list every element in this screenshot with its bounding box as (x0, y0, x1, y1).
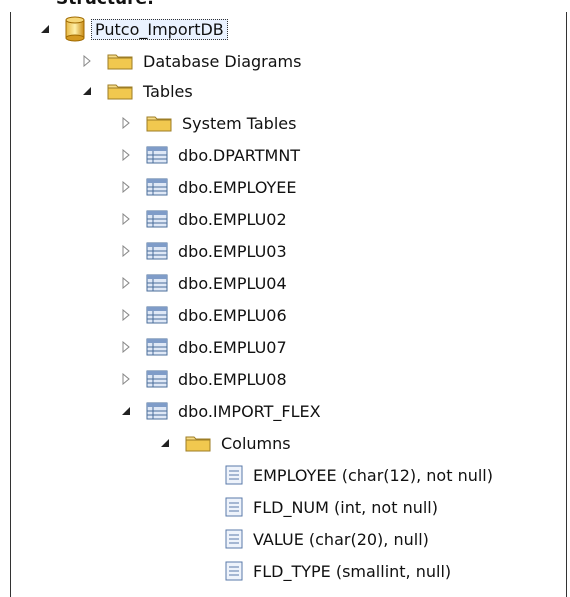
collapse-arrow-icon[interactable] (120, 405, 132, 417)
tree-node-table[interactable]: dbo.EMPLU07 (120, 332, 287, 362)
column-label[interactable]: VALUE (char(20), null) (253, 530, 429, 549)
collapse-arrow-icon[interactable] (159, 437, 171, 449)
tree-node-column[interactable]: FLD_NUM (int, not null) (225, 492, 438, 522)
table-icon (146, 338, 168, 356)
folder-icon (107, 52, 133, 70)
tree-node-column[interactable]: EMPLOYEE (char(12), not null) (225, 460, 493, 490)
table-label[interactable]: dbo.EMPLU06 (178, 306, 287, 325)
table-label[interactable]: dbo.IMPORT_FLEX (178, 402, 321, 421)
columns-label[interactable]: Columns (221, 434, 291, 453)
collapse-arrow-icon[interactable] (81, 85, 93, 97)
tree-node-column[interactable]: FLD_TYPE (smallint, null) (225, 556, 451, 586)
expand-arrow-icon[interactable] (120, 117, 132, 129)
table-icon (146, 402, 168, 420)
folder-icon (107, 82, 133, 100)
expand-arrow-icon[interactable] (120, 309, 132, 321)
expand-arrow-icon[interactable] (120, 277, 132, 289)
tree-node-table[interactable]: dbo.EMPLU08 (120, 364, 287, 394)
table-label[interactable]: dbo.EMPLU03 (178, 242, 287, 261)
table-icon (146, 370, 168, 388)
column-icon (225, 529, 243, 549)
folder-icon (185, 434, 211, 452)
tree-node-table[interactable]: dbo.EMPLU06 (120, 300, 287, 330)
expand-arrow-icon[interactable] (120, 181, 132, 193)
section-caption: Structure: (56, 0, 154, 9)
collapse-arrow-icon[interactable] (39, 23, 51, 35)
tree-node-column[interactable]: VALUE (char(20), null) (225, 524, 429, 554)
expand-arrow-icon[interactable] (81, 55, 93, 67)
expand-arrow-icon[interactable] (120, 341, 132, 353)
tree-node-table[interactable]: dbo.EMPLOYEE (120, 172, 297, 202)
tree-node-table-expanded[interactable]: dbo.IMPORT_FLEX (120, 396, 321, 426)
table-icon (146, 146, 168, 164)
table-icon (146, 306, 168, 324)
tree-node-columns[interactable]: Columns (159, 428, 291, 458)
tree-node-system-tables[interactable]: System Tables (120, 108, 296, 138)
column-icon (225, 561, 243, 581)
database-diagrams-label[interactable]: Database Diagrams (143, 52, 301, 71)
column-label[interactable]: FLD_NUM (int, not null) (253, 498, 438, 517)
tree-node-database-diagrams[interactable]: Database Diagrams (81, 46, 301, 76)
tree-node-tables[interactable]: Tables (81, 76, 193, 106)
object-explorer-tree: Putco_ImportDB Database Diagrams Tables (10, 12, 567, 597)
table-label[interactable]: dbo.EMPLU07 (178, 338, 287, 357)
tree-node-table[interactable]: dbo.EMPLU02 (120, 204, 287, 234)
folder-icon (146, 114, 172, 132)
expand-arrow-icon[interactable] (120, 245, 132, 257)
expand-arrow-icon[interactable] (120, 373, 132, 385)
table-label[interactable]: dbo.DPARTMNT (178, 146, 300, 165)
table-label[interactable]: dbo.EMPLU02 (178, 210, 287, 229)
database-label[interactable]: Putco_ImportDB (91, 18, 228, 40)
expand-arrow-icon[interactable] (120, 213, 132, 225)
table-icon (146, 242, 168, 260)
column-icon (225, 465, 243, 485)
expand-arrow-icon[interactable] (120, 149, 132, 161)
column-label[interactable]: FLD_TYPE (smallint, null) (253, 562, 451, 581)
tables-label[interactable]: Tables (143, 82, 193, 101)
table-icon (146, 178, 168, 196)
column-icon (225, 497, 243, 517)
table-label[interactable]: dbo.EMPLU08 (178, 370, 287, 389)
table-label[interactable]: dbo.EMPLU04 (178, 274, 287, 293)
database-icon (65, 16, 85, 42)
table-icon (146, 210, 168, 228)
system-tables-label[interactable]: System Tables (182, 114, 296, 133)
table-label[interactable]: dbo.EMPLOYEE (178, 178, 297, 197)
tree-node-table[interactable]: dbo.DPARTMNT (120, 140, 300, 170)
table-icon (146, 274, 168, 292)
tree-node-database[interactable]: Putco_ImportDB (39, 14, 228, 44)
tree-node-table[interactable]: dbo.EMPLU03 (120, 236, 287, 266)
column-label[interactable]: EMPLOYEE (char(12), not null) (253, 466, 493, 485)
tree-node-table[interactable]: dbo.EMPLU04 (120, 268, 287, 298)
